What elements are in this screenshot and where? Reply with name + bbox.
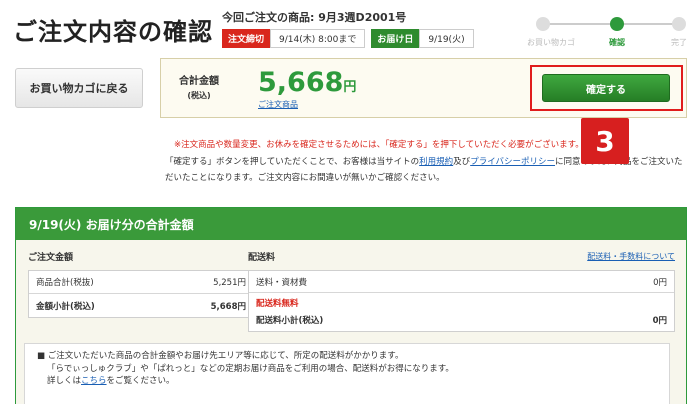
table-row: 送料・資材費 0円 — [249, 271, 674, 293]
note-line-1: ■ ご注文いただいた商品の合計金額やお届け先エリア等に応じて、所定の配送料がかか… — [37, 351, 404, 361]
total-label-block: 合計金額 (税込) — [179, 75, 219, 103]
deadline-value: 9/14(木) 8:00まで — [270, 29, 366, 48]
step-number-badge: 3 — [581, 118, 629, 164]
row-value: 5,668円 — [210, 301, 246, 312]
details-link[interactable]: こちら — [81, 376, 107, 386]
order-items-link[interactable]: ご注文商品 — [258, 99, 298, 110]
note-line-3: 詳しくはこちらをご覧ください。 — [37, 375, 661, 388]
deadline-tag: 注文締切 — [222, 29, 271, 48]
order-product: 今回ご注文の商品: 9月3週D2001号 — [222, 9, 480, 25]
note-text: 詳しくは — [47, 376, 82, 386]
step-dot-complete — [672, 17, 686, 31]
free-shipping-label: 配送料無料 — [249, 293, 674, 309]
order-dates: 注文締切 9/14(木) 8:00まで お届け日 9/19(火) — [222, 29, 480, 48]
total-currency: 円 — [343, 80, 357, 95]
notice-warning: ※注文商品や数量変更、お休みを確定させるためには、「確定する」を押下していただく… — [174, 140, 584, 150]
row-label: 商品合計(税抜) — [36, 278, 94, 288]
step-dot-cart — [536, 17, 550, 31]
total-tax-label: (税込) — [187, 91, 211, 100]
shipping-section: 配送料 配送料・手数料について 送料・資材費 0円 配送料無料 配送料小計(税込… — [248, 250, 675, 332]
notice-text-1: 「確定する」ボタンを押していただくことで、お客様は当サイトの — [165, 157, 420, 167]
order-product-value: 9月3週D2001号 — [318, 11, 407, 24]
free-shipping-text: 配送料無料 — [256, 299, 299, 309]
order-amount-table: 商品合計(税抜) 5,251円 金額小計(税込) 5,668円 — [28, 270, 254, 318]
row-value: 0円 — [652, 316, 667, 326]
step-dot-confirm — [610, 17, 624, 31]
shipping-heading-row: 配送料 配送料・手数料について — [248, 250, 675, 263]
confirm-highlight: 確定する — [530, 65, 683, 111]
order-amount-section: ご注文金額 商品合計(税抜) 5,251円 金額小計(税込) 5,668円 — [28, 250, 254, 318]
total-amount-value: 5,668 — [258, 67, 344, 98]
back-to-cart-button[interactable]: お買い物カゴに戻る — [15, 68, 143, 108]
row-value: 0円 — [653, 277, 667, 288]
order-product-label: 今回ご注文の商品: — [222, 11, 315, 24]
row-value: 5,251円 — [213, 278, 246, 288]
step-line — [542, 23, 610, 25]
table-row: 商品合計(税抜) 5,251円 — [29, 271, 253, 294]
terms-link[interactable]: 利用規約 — [419, 157, 453, 167]
progress-steps: お買い物カゴ 確認 完了 — [527, 15, 687, 51]
delivery-value: 9/19(火) — [419, 29, 474, 48]
shipping-note: ■ ご注文いただいた商品の合計金額やお届け先エリア等に応じて、所定の配送料がかか… — [24, 343, 670, 404]
total-label: 合計金額 — [179, 76, 219, 87]
page-title: ご注文内容の確認 — [13, 18, 213, 46]
confirm-button[interactable]: 確定する — [542, 74, 670, 102]
shipping-heading: 配送料 — [248, 253, 276, 263]
step-label-confirm: 確認 — [609, 38, 625, 47]
row-label: 送料・資材費 — [256, 277, 308, 288]
row-label: 金額小計(税込) — [36, 301, 95, 312]
note-line-2: 「らでぃっしゅクラブ」や「ぱれっと」などの定期お届け商品をご利用の場合、配送料が… — [47, 363, 454, 374]
shipping-fee-link[interactable]: 配送料・手数料について — [587, 251, 675, 262]
step-label-complete: 完了 — [671, 38, 687, 47]
delivery-header: 9/19(火) お届け分の合計金額 — [16, 208, 686, 240]
table-row: 金額小計(税込) 5,668円 — [29, 294, 253, 317]
order-amount-heading: ご注文金額 — [28, 253, 74, 263]
order-info: 今回ご注文の商品: 9月3週D2001号 注文締切 9/14(木) 8:00まで… — [222, 9, 480, 48]
step-label-cart: お買い物カゴ — [527, 38, 575, 47]
table-row: 配送料小計(税込) 0円 — [249, 309, 674, 331]
shipping-table: 送料・資材費 0円 配送料無料 配送料小計(税込) 0円 — [248, 270, 675, 332]
notice-text-2: 及び — [453, 157, 471, 167]
privacy-policy-link[interactable]: プライバシーポリシー — [470, 157, 555, 167]
row-label: 配送料小計(税込) — [256, 316, 324, 326]
note-text: をご覧ください。 — [106, 376, 175, 386]
delivery-tag: お届け日 — [371, 29, 420, 48]
total-amount: 5,668円 — [258, 67, 356, 98]
